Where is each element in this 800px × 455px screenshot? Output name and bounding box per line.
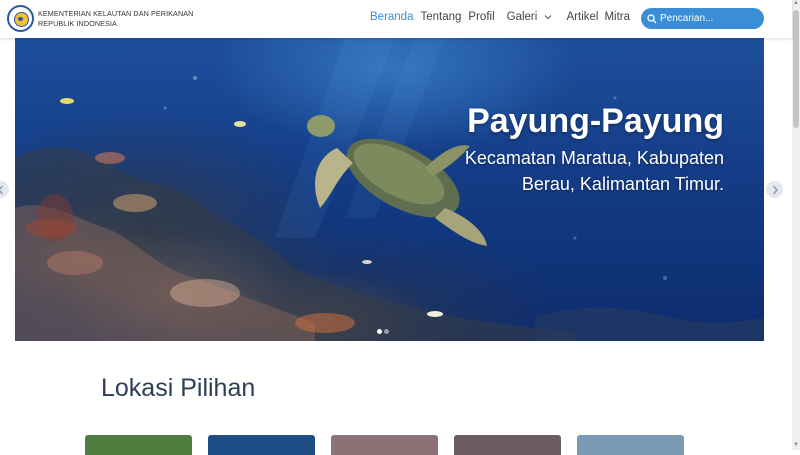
brand-line-1: KEMENTERIAN KELAUTAN DAN PERIKANAN [38, 8, 194, 18]
chevron-left-icon [0, 185, 3, 194]
navbar: KEMENTERIAN KELAUTAN DAN PERIKANAN REPUB… [0, 0, 792, 38]
location-card[interactable] [577, 435, 684, 455]
nav-galeri[interactable]: Galeri [507, 11, 552, 23]
chevron-right-icon [772, 185, 778, 194]
brand-line-2: REPUBLIK INDONESIA [38, 18, 117, 28]
scroll-down-arrow-icon[interactable]: ▼ [793, 442, 799, 450]
nav-links: Beranda Tentang Profil Galeri Artikel Mi… [370, 11, 630, 23]
carousel-next-button[interactable] [766, 181, 783, 198]
hero-subtitle: Kecamatan Maratua, Kabupaten Berau, Kali… [464, 148, 724, 194]
nav-tentang[interactable]: Tentang [420, 11, 461, 23]
search-input[interactable]: Pencarian... [641, 8, 764, 29]
brand[interactable]: KEMENTERIAN KELAUTAN DAN PERIKANAN REPUB… [7, 5, 193, 32]
nav-galeri-label: Galeri [506, 11, 538, 23]
search-icon [647, 13, 657, 23]
location-card[interactable] [454, 435, 561, 455]
nav-profil[interactable]: Profil [468, 11, 494, 23]
hero-title: Payung-Payung [467, 102, 724, 140]
scrollbar-thumb[interactable] [793, 10, 799, 128]
carousel-indicators [377, 329, 391, 334]
location-card[interactable] [331, 435, 438, 455]
ministry-logo [7, 5, 34, 32]
carousel-dot[interactable] [384, 329, 389, 334]
scrollbar[interactable]: ▲ ▼ [792, 0, 800, 450]
section-title: Lokasi Pilihan [101, 374, 256, 402]
scroll-up-arrow-icon[interactable]: ▲ [793, 0, 799, 8]
brand-text: KEMENTERIAN KELAUTAN DAN PERIKANAN REPUB… [38, 9, 193, 29]
nav-mitra[interactable]: Mitra [604, 11, 630, 23]
location-card[interactable] [208, 435, 315, 455]
nav-artikel[interactable]: Artikel [567, 11, 599, 23]
chevron-down-icon [544, 15, 551, 20]
nav-beranda[interactable]: Beranda [370, 11, 413, 23]
carousel-dot[interactable] [377, 329, 382, 334]
carousel-prev-button[interactable] [0, 181, 9, 198]
hero-carousel[interactable]: Payung-Payung Kecamatan Maratua, Kabupat… [15, 38, 764, 341]
search-placeholder: Pencarian... [660, 13, 714, 24]
location-card[interactable] [85, 435, 192, 455]
